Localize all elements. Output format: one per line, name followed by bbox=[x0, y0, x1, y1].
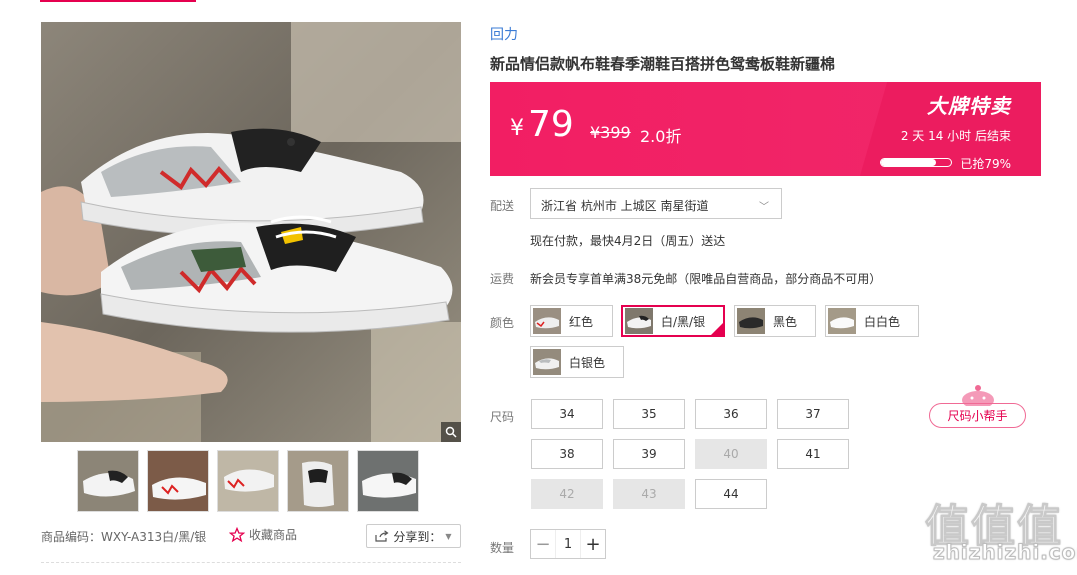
color-option-white-black-silver[interactable]: 白/黑/银 bbox=[621, 305, 725, 337]
color-option-label: 红色 bbox=[569, 314, 594, 329]
shipping-note: 新会员专享首单满38元免邮（限唯品自营商品，部分商品不可用） bbox=[530, 272, 882, 286]
size-helper-button[interactable]: 尺码小帮手 bbox=[929, 403, 1026, 428]
selected-check-icon bbox=[710, 322, 724, 336]
delivery-estimate: 现在付款，最快4月2日（周五）送达 bbox=[530, 234, 726, 248]
top-accent-bar bbox=[40, 0, 196, 2]
delivery-address: 浙江省 杭州市 上城区 南星街道 bbox=[541, 199, 709, 213]
main-product-image[interactable] bbox=[41, 22, 461, 442]
size-option-42: 42 bbox=[531, 479, 603, 509]
color-option-black[interactable]: 黑色 bbox=[734, 305, 816, 337]
sku-code: 商品编码：WXY-A313白/黑/银 bbox=[41, 530, 207, 544]
currency-symbol: ¥ bbox=[510, 116, 524, 141]
color-swatch-image bbox=[625, 308, 653, 334]
current-price: 79 bbox=[528, 104, 574, 145]
color-swatch-image bbox=[533, 308, 561, 334]
favorite-button[interactable]: 收藏商品 bbox=[229, 526, 297, 543]
color-option-red[interactable]: 红色 bbox=[530, 305, 613, 337]
delivery-label: 配送 bbox=[490, 199, 515, 213]
sold-percentage: 已抢79% bbox=[960, 157, 1011, 171]
size-option-36[interactable]: 36 bbox=[695, 399, 767, 429]
color-option-all-white[interactable]: 白白色 bbox=[825, 305, 919, 337]
thumbnail[interactable] bbox=[357, 450, 419, 512]
size-option-35[interactable]: 35 bbox=[613, 399, 685, 429]
original-price: ¥399 bbox=[590, 123, 631, 142]
color-label: 颜色 bbox=[490, 316, 515, 330]
color-option-label: 白银色 bbox=[569, 355, 606, 370]
share-label: 分享到： bbox=[393, 529, 442, 544]
color-option-label: 白白色 bbox=[864, 314, 901, 329]
color-swatch-image bbox=[533, 349, 561, 375]
size-option-44[interactable]: 44 bbox=[695, 479, 767, 509]
thumbnail[interactable] bbox=[77, 450, 139, 512]
share-dropdown[interactable]: 分享到： ▼ bbox=[366, 524, 461, 548]
quantity-increase-button[interactable]: + bbox=[581, 530, 605, 558]
delivery-address-select[interactable]: 浙江省 杭州市 上城区 南星街道 ﹀ bbox=[530, 188, 782, 219]
product-title: 新品情侣款帆布鞋春季潮鞋百搭拼色鸳鸯板鞋新疆棉 bbox=[490, 55, 836, 73]
discount-rate: 2.0折 bbox=[640, 127, 682, 146]
size-option-40: 40 bbox=[695, 439, 767, 469]
site-watermark: 值值值 zhizhizhi.com bbox=[925, 490, 1077, 565]
size-option-43: 43 bbox=[613, 479, 685, 509]
quantity-decrease-button[interactable]: − bbox=[531, 530, 555, 558]
price-panel: ¥ 79 ¥399 2.0折 大牌特卖 2 天 14 小时 后结束 已抢79% bbox=[490, 82, 1041, 176]
sneaker-photo bbox=[41, 22, 461, 442]
flash-sale-countdown: 2 天 14 小时 后结束 bbox=[900, 129, 1011, 143]
color-swatch-image bbox=[828, 308, 856, 334]
size-label: 尺码 bbox=[490, 410, 515, 424]
size-option-37[interactable]: 37 bbox=[777, 399, 849, 429]
thumbnail[interactable] bbox=[287, 450, 349, 512]
color-option-white-silver[interactable]: 白银色 bbox=[530, 346, 624, 378]
color-option-label: 白/黑/银 bbox=[661, 314, 706, 329]
star-icon bbox=[229, 526, 245, 542]
share-icon bbox=[375, 530, 389, 542]
sold-progress-fill bbox=[881, 159, 937, 166]
gallery-meta-row: 商品编码：WXY-A313白/黑/银 收藏商品 分享到： ▼ bbox=[41, 524, 461, 550]
chevron-down-icon: ﹀ bbox=[759, 202, 769, 213]
brand-link[interactable]: 回力 bbox=[490, 24, 518, 44]
quantity-value[interactable]: 1 bbox=[555, 530, 581, 558]
color-option-label: 黑色 bbox=[773, 314, 798, 329]
size-option-41[interactable]: 41 bbox=[777, 439, 849, 469]
color-swatch-image bbox=[737, 308, 765, 334]
watermark-site: zhizhizhi.com bbox=[932, 540, 1077, 565]
thumbnail[interactable] bbox=[217, 450, 279, 512]
caret-down-icon: ▼ bbox=[445, 531, 452, 541]
flash-sale-title: 大牌特卖 bbox=[927, 94, 1011, 118]
size-option-39[interactable]: 39 bbox=[613, 439, 685, 469]
shipping-label: 运费 bbox=[490, 272, 515, 286]
size-option-34[interactable]: 34 bbox=[531, 399, 603, 429]
zoom-icon[interactable] bbox=[441, 422, 461, 442]
thumbnail-strip bbox=[77, 450, 419, 512]
sold-progress-bar bbox=[880, 158, 952, 167]
thumbnail[interactable] bbox=[147, 450, 209, 512]
quantity-stepper: − 1 + bbox=[530, 529, 606, 559]
favorite-label: 收藏商品 bbox=[249, 528, 298, 542]
size-option-38[interactable]: 38 bbox=[531, 439, 603, 469]
quantity-label: 数量 bbox=[490, 541, 515, 555]
divider bbox=[41, 562, 461, 563]
